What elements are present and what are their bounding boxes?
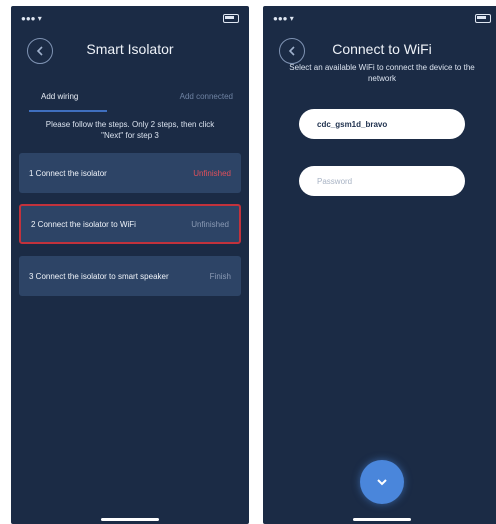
home-indicator[interactable] <box>101 518 159 521</box>
instruction-text: Please follow the steps. Only 2 steps, t… <box>45 120 215 140</box>
home-indicator[interactable] <box>353 518 411 521</box>
phone-screen-steps: ●●● ▾ Smart Isolator Add wiring Add conn… <box>11 6 249 524</box>
active-tab-indicator <box>29 110 107 112</box>
step-card-2[interactable]: 2 Connect the isolator to WiFi Unfinishe… <box>19 204 241 244</box>
page-title: Smart Isolator <box>86 41 174 57</box>
step-card-3[interactable]: 3 Connect the isolator to smart speaker … <box>19 256 241 296</box>
status-time: ●●● ▾ <box>21 13 42 23</box>
status-time: ●●● ▾ <box>273 13 294 23</box>
status-bar: ●●● ▾ <box>21 12 239 24</box>
step-status: Unfinished <box>193 168 231 178</box>
battery-icon <box>223 13 239 23</box>
step-status: Unfinished <box>191 219 229 229</box>
step-label: 1 Connect the isolator <box>29 168 107 178</box>
chevron-down-icon <box>377 479 387 486</box>
tab-add-wiring[interactable]: Add wiring <box>23 92 78 108</box>
tab-bar: Add wiring Add connected <box>23 92 237 108</box>
confirm-button[interactable] <box>360 460 404 504</box>
wifi-name-field[interactable]: cdc_gsm1d_bravo <box>299 109 465 139</box>
battery-icon <box>475 13 491 23</box>
page-title: Connect to WiFi <box>332 41 432 57</box>
step-card-1[interactable]: 1 Connect the isolator Unfinished <box>19 153 241 193</box>
step-label: 2 Connect the isolator to WiFi <box>31 219 136 229</box>
status-bar: ●●● ▾ <box>273 12 491 24</box>
step-label: 3 Connect the isolator to smart speaker <box>29 271 169 281</box>
tab-add-connected[interactable]: Add connected <box>180 92 237 108</box>
step-status: Finish <box>209 271 231 281</box>
subtitle-text: Select an available WiFi to connect the … <box>289 63 475 83</box>
phone-screen-wifi: ●●● ▾ Connect to WiFi Select an availabl… <box>263 6 496 524</box>
password-field[interactable] <box>299 166 465 196</box>
